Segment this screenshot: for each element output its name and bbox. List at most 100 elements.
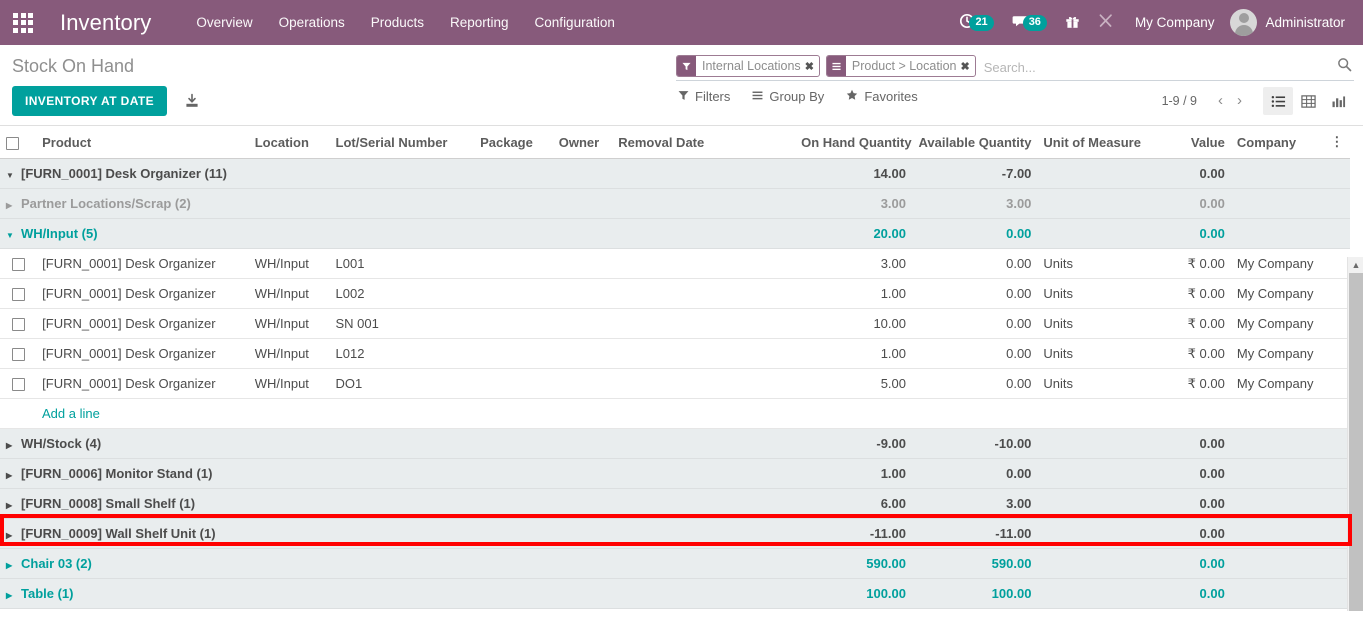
facet-remove-icon[interactable]: ✖ <box>805 60 814 73</box>
column-header-available-quantity[interactable]: Available Quantity <box>912 126 1038 159</box>
table-row[interactable]: [FURN_0001] Desk Organizer WH/Input L002 1.… <box>0 278 1350 309</box>
scrollbar-thumb[interactable] <box>1349 273 1363 611</box>
caret-right-icon[interactable] <box>6 200 17 211</box>
apps-menu-toggle[interactable] <box>0 0 46 45</box>
column-header-owner[interactable]: Owner <box>552 126 613 159</box>
group-row[interactable]: WH/Input (5)20.000.000.00 <box>0 218 1350 249</box>
filters-dropdown[interactable]: Filters <box>678 89 730 104</box>
column-header-product[interactable]: Product <box>36 126 249 159</box>
activities-menu[interactable]: 21 <box>950 0 1002 45</box>
facet-remove-icon[interactable]: ✖ <box>961 60 970 73</box>
cell-available-quantity: 0.00 <box>912 338 1038 369</box>
table-row[interactable]: [FURN_0001] Desk Organizer WH/Input L012 1.… <box>0 338 1350 369</box>
column-header-location[interactable]: Location <box>248 126 330 159</box>
cell-company: My Company <box>1230 368 1325 399</box>
pager-next-icon[interactable]: › <box>1230 92 1249 110</box>
cell-available-quantity: 0.00 <box>912 368 1038 399</box>
tools-menu[interactable] <box>1089 0 1123 45</box>
scrollbar-track[interactable] <box>1348 273 1363 611</box>
menu-item-overview[interactable]: Overview <box>183 0 265 45</box>
menu-item-configuration[interactable]: Configuration <box>522 0 628 45</box>
favorites-dropdown[interactable]: Favorites <box>846 89 918 104</box>
group-available-quantity: -11.00 <box>912 518 1038 549</box>
add-a-line-cell[interactable]: Add a line <box>0 398 1350 429</box>
column-header-company[interactable]: Company <box>1230 126 1325 159</box>
group-row[interactable]: [FURN_0009] Wall Shelf Unit (1) -11.00-11… <box>0 518 1350 549</box>
group-row[interactable]: Chair 03 (2) 590.00590.00 0.00 <box>0 548 1350 579</box>
column-header-unit-of-measure[interactable]: Unit of Measure <box>1037 126 1141 159</box>
group-row-label[interactable]: Table (1) <box>0 578 796 609</box>
bar-chart-icon[interactable] <box>1323 87 1353 115</box>
group-row-label[interactable]: WH/Stock (4) <box>0 428 796 459</box>
search-facet-product-location[interactable]: Product > Location ✖ <box>825 55 976 77</box>
group-label-text: [FURN_0009] Wall Shelf Unit (1) <box>21 526 216 541</box>
group-by-dropdown[interactable]: Group By <box>752 89 824 104</box>
group-row-label[interactable]: [FURN_0009] Wall Shelf Unit (1) <box>0 518 796 549</box>
group-row[interactable]: Table (1) 100.00100.00 0.00 <box>0 578 1350 609</box>
caret-down-icon[interactable] <box>6 230 17 241</box>
messages-menu[interactable]: 36 <box>1003 0 1056 45</box>
table-row[interactable]: [FURN_0001] Desk Organizer WH/Input SN 001… <box>0 308 1350 339</box>
group-row-label[interactable]: [FURN_0008] Small Shelf (1) <box>0 488 796 519</box>
group-row-label[interactable]: [FURN_0001] Desk Organizer (11) <box>0 158 796 189</box>
select-all-checkbox[interactable] <box>6 136 19 150</box>
caret-right-icon[interactable] <box>6 590 17 601</box>
group-row-label[interactable]: [FURN_0006] Monitor Stand (1) <box>0 458 796 489</box>
menu-item-reporting[interactable]: Reporting <box>437 0 522 45</box>
column-header-on-hand-quantity[interactable]: On Hand Quantity <box>795 126 912 159</box>
app-brand-inventory[interactable]: Inventory <box>60 10 151 36</box>
row-select-cell[interactable] <box>0 338 37 369</box>
search-facet-internal-locations[interactable]: Internal Locations ✖ <box>676 55 820 77</box>
gift-menu[interactable] <box>1056 0 1089 45</box>
group-row-label[interactable]: WH/Input (5) <box>0 218 796 249</box>
group-value: 0.00 <box>1103 428 1231 459</box>
list-view-icon[interactable] <box>1263 87 1293 115</box>
group-on-hand-quantity: -11.00 <box>795 518 912 549</box>
chevron-up-icon[interactable]: ▲ <box>1348 257 1363 273</box>
caret-right-icon[interactable] <box>6 500 17 511</box>
company-switcher[interactable]: My Company <box>1123 0 1227 45</box>
row-checkbox[interactable] <box>11 348 25 362</box>
group-row[interactable]: [FURN_0001] Desk Organizer (11) 14.00-7.0… <box>0 158 1350 189</box>
pivot-table-icon[interactable] <box>1293 87 1323 115</box>
vertical-dots-icon[interactable]: ⋮ <box>1324 126 1350 159</box>
column-header-lot-serial-number[interactable]: Lot/Serial Number <box>329 126 475 159</box>
group-row[interactable]: [FURN_0008] Small Shelf (1) 6.003.00 0.00 <box>0 488 1350 519</box>
odoo-inventory-window: Inventory Overview Operations Products R… <box>0 0 1363 623</box>
row-select-cell[interactable] <box>0 308 37 339</box>
group-label-text: Chair 03 (2) <box>21 556 92 571</box>
row-select-cell[interactable] <box>0 278 37 309</box>
group-row-label[interactable]: Chair 03 (2) <box>0 548 796 579</box>
user-menu[interactable]: Administrator <box>1226 0 1351 45</box>
group-row[interactable]: WH/Stock (4) -9.00-10.00 0.00 <box>0 428 1350 459</box>
inventory-at-date-button[interactable]: INVENTORY AT DATE <box>12 86 168 116</box>
table-row[interactable]: [FURN_0001] Desk Organizer WH/Input DO1 5.0… <box>0 368 1350 399</box>
group-row-label[interactable]: Partner Locations/Scrap (2) <box>0 188 796 219</box>
vertical-scrollbar[interactable]: ▲ ▼ <box>1347 257 1363 611</box>
caret-down-icon[interactable] <box>6 170 17 181</box>
row-checkbox[interactable] <box>11 378 25 392</box>
group-value: 0.00 <box>1103 218 1231 249</box>
add-a-line-link[interactable]: Add a line <box>6 406 100 421</box>
row-checkbox[interactable] <box>11 288 25 302</box>
search-icon[interactable] <box>1337 57 1352 76</box>
table-row[interactable]: [FURN_0001] Desk Organizer WH/Input L001 3.… <box>0 248 1350 279</box>
row-select-cell[interactable] <box>0 248 37 279</box>
column-header-removal-date[interactable]: Removal Date <box>612 126 796 159</box>
group-row[interactable]: [FURN_0006] Monitor Stand (1)1.000.000.0… <box>0 458 1350 489</box>
search-input[interactable] <box>981 60 1354 75</box>
add-a-line-row[interactable]: Add a line <box>0 398 1350 429</box>
import-download-icon[interactable] <box>181 90 203 112</box>
pager-previous-icon[interactable]: ‹ <box>1211 92 1230 110</box>
row-select-cell[interactable] <box>0 368 37 399</box>
row-checkbox[interactable] <box>11 258 25 272</box>
caret-right-icon[interactable] <box>6 470 17 481</box>
column-header-package[interactable]: Package <box>474 126 553 159</box>
caret-right-icon[interactable] <box>6 560 17 571</box>
menu-item-operations[interactable]: Operations <box>266 0 358 45</box>
menu-item-products[interactable]: Products <box>358 0 437 45</box>
caret-right-icon[interactable] <box>6 530 17 541</box>
group-row[interactable]: Partner Locations/Scrap (2) 3.003.00 0.00 <box>0 188 1350 219</box>
caret-right-icon[interactable] <box>6 440 17 451</box>
row-checkbox[interactable] <box>11 318 25 332</box>
